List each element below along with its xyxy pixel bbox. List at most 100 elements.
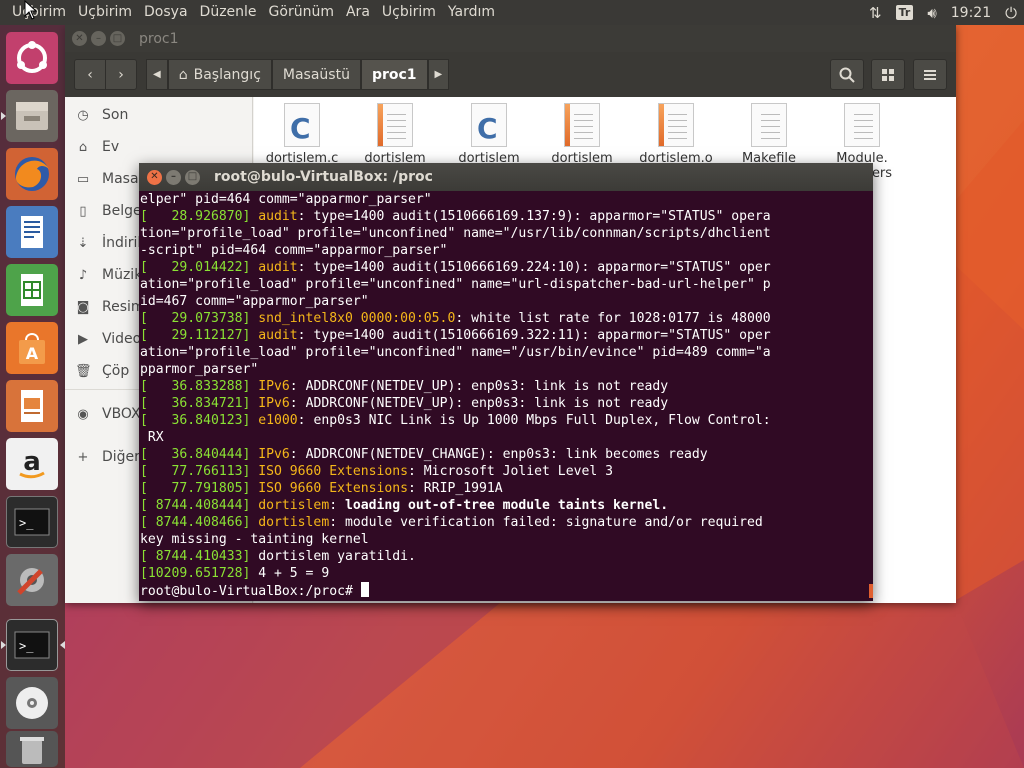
maximize-icon[interactable]: □ [185,169,200,185]
menu-ucbirim[interactable]: Uçbirim [72,0,138,25]
terminal-line: pparmor_parser" [140,361,873,378]
terminal-line: key missing - tainting kernel [140,531,873,548]
text-file-icon [377,103,413,147]
sidebar-item-trash[interactable]: 🗑︎ Çöp [75,359,129,383]
writer-icon[interactable] [6,206,58,258]
calc-icon[interactable] [6,264,58,316]
breadcrumb-scroll-right[interactable]: ▶ [427,59,450,90]
menu-gorunum[interactable]: Görünüm [263,0,340,25]
minimize-icon[interactable]: – [91,31,106,46]
plus-icon: + [77,449,89,465]
log-timestamp: [ 36.840444] [140,447,259,462]
menu-ucbirim-2[interactable]: Uçbirim [376,0,442,25]
firefox-icon[interactable] [6,148,58,200]
log-text: : white list rate for 1028:0177 is 48000 [455,311,771,326]
grid-view-icon [882,68,894,81]
terminal-scrollbar[interactable] [869,584,873,598]
terminal-line: [10209.651728] 4 + 5 = 9 [140,565,873,582]
sidebar-item-vbox[interactable]: ◉ VBOX [75,402,141,426]
files-icon[interactable] [6,90,58,142]
menu-ara[interactable]: Ara [340,0,376,25]
sidebar-item-label: VBOX [102,406,141,422]
top-panel: Uçbirim Uçbirim Dosya Düzenle Görünüm Ar… [0,0,1024,25]
log-timestamp: [10209.651728] [140,566,259,581]
log-subsystem: audit [258,328,298,343]
music-icon: ♪ [78,267,88,283]
file-item[interactable]: dortislem [352,103,438,166]
sidebar-item-home[interactable]: ⌂ Ev [75,135,119,159]
volume-icon[interactable]: 🔊︎ [927,4,936,22]
terminal-line: [ 36.834721] IPv6: ADDRCONF(NETDEV_UP): … [140,395,873,412]
menu-dosya[interactable]: Dosya [138,0,194,25]
network-icon[interactable]: ⇅ [869,4,882,22]
text-file-icon [564,103,600,147]
terminal-icon[interactable]: >_ [6,619,58,671]
log-subsystem: IPv6 [258,379,290,394]
terminal-line: -script" pid=464 comm="apparmor_parser" [140,242,873,259]
close-icon[interactable]: ✕ [72,31,87,46]
terminal-line: [ 8744.408444] dortislem: loading out-of… [140,497,873,514]
terminal-line: tion="profile_load" profile="unconfined"… [140,225,873,242]
log-timestamp: [ 8744.408466] [140,515,259,530]
terminal-line: id=467 comm="apparmor_parser" [140,293,873,310]
terminal-output[interactable]: elper" pid=464 comm="apparmor_parser"[ 2… [139,191,873,601]
sidebar-item-music[interactable]: ♪ Müzik [75,263,142,287]
power-icon[interactable]: ⏻ [1005,4,1017,22]
log-text: : ADDRCONF(NETDEV_UP): enp0s3: link is n… [289,396,669,411]
maximize-icon[interactable]: □ [110,31,125,46]
log-timestamp: [ 8744.410433] [140,549,259,564]
ubuntu-dash-icon[interactable] [6,32,58,84]
shell-prompt: root@bulo-VirtualBox:/proc# [140,584,361,599]
terminal-line: [ 8744.408466] dortislem: module verific… [140,514,873,531]
terminal-line: [ 36.833288] IPv6: ADDRCONF(NETDEV_UP): … [140,378,873,395]
log-text: : module verification failed: signature … [329,515,763,530]
file-item[interactable]: C dortislem.c [259,103,345,166]
breadcrumb-home[interactable]: ⌂ Başlangıç [167,59,272,90]
menu-yardim[interactable]: Yardım [442,0,501,25]
view-toggle-button[interactable] [871,59,905,90]
breadcrumb-current[interactable]: proc1 [360,59,428,90]
terminal-line: ation="profile_load" profile="unconfined… [140,344,873,361]
file-item[interactable]: Makefile [726,103,812,166]
file-item[interactable]: dortislem [539,103,625,166]
log-text: RX [140,430,164,445]
terminal-line: ation="profile_load" profile="unconfined… [140,276,873,293]
amazon-icon[interactable]: a [6,438,58,490]
software-center-icon[interactable]: A [6,322,58,374]
search-button[interactable] [830,59,864,90]
terminal-line: [ 28.926870] audit: type=1400 audit(1510… [140,208,873,225]
log-timestamp: [ 29.112127] [140,328,259,343]
c-source-file-icon: C [284,103,320,147]
terminal-prompt-line[interactable]: root@bulo-VirtualBox:/proc# [140,582,873,600]
terminal-line: [ 29.073738] snd_intel8x0 0000:00:05.0: … [140,310,873,327]
disc-icon: ◉ [77,406,89,422]
app-name-menu[interactable]: Uçbirim [6,0,72,25]
log-timestamp: [ 77.791805] [140,481,259,496]
terminal-icon[interactable]: >_ [6,496,58,548]
sidebar-item-recent[interactable]: ◷ Son [75,103,128,127]
terminal-line: elper" pid=464 comm="apparmor_parser" [140,191,873,208]
terminal-line: [ 8744.410433] dortislem yaratildi. [140,548,873,565]
menu-duzenle[interactable]: Düzenle [194,0,263,25]
dvd-icon[interactable] [6,677,58,729]
settings-icon[interactable] [6,554,58,606]
breadcrumb-scroll-left[interactable]: ◀ [146,59,168,90]
log-text: : RRIP_1991A [408,481,503,496]
close-icon[interactable]: ✕ [147,169,162,185]
back-button[interactable]: ‹ [74,59,106,90]
impress-icon[interactable] [6,380,58,432]
svg-text:>_: >_ [19,516,34,530]
clock[interactable]: 19:21 [951,5,991,21]
minimize-icon[interactable]: – [166,169,181,185]
log-timestamp: [ 28.926870] [140,209,259,224]
text-file-icon [751,103,787,147]
file-item[interactable]: dortislem.o [633,103,719,166]
sidebar-item-label: Son [102,107,129,123]
breadcrumb-desktop[interactable]: Masaüstü [271,59,361,90]
trash-icon[interactable] [6,731,58,767]
log-timestamp: [ 36.833288] [140,379,259,394]
file-item[interactable]: C dortislem [446,103,532,166]
forward-button[interactable]: › [105,59,137,90]
keyboard-layout-indicator[interactable]: Tr [895,5,914,20]
menu-button[interactable] [913,59,947,90]
